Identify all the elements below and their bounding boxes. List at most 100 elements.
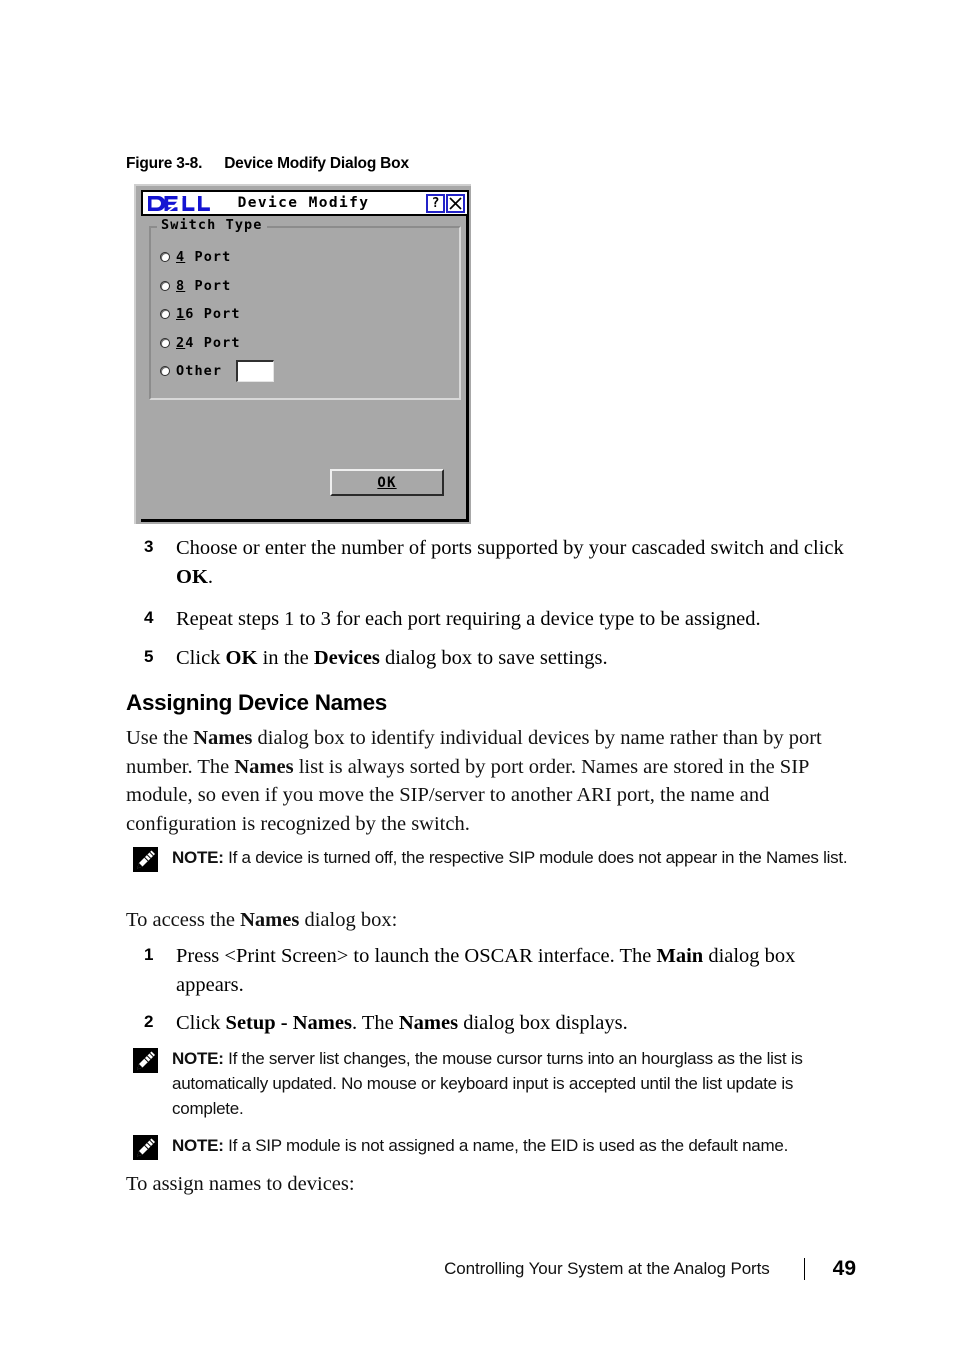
list-item: 5 Click OK in the Devices dialog box to … bbox=[126, 644, 854, 673]
emphasis-text: Main bbox=[656, 945, 704, 967]
plain-text: Press <Print Screen> to launch the OSCAR… bbox=[176, 945, 657, 967]
plain-text: . bbox=[207, 565, 214, 588]
dialog-titlebar: Device Modify ? bbox=[141, 190, 469, 216]
note-text: NOTE: If a device is turned off, the res… bbox=[172, 845, 855, 870]
plain-text: in the bbox=[257, 646, 314, 669]
radio-label: 8 Port bbox=[176, 278, 231, 294]
note-text: NOTE: If a SIP module is not assigned a … bbox=[172, 1133, 855, 1158]
emphasis-text: Names bbox=[193, 727, 253, 749]
dell-logo-icon bbox=[147, 195, 223, 212]
dialog-inner-frame: Device Modify ? Switch Type 4 Port 8 Por… bbox=[141, 190, 469, 522]
step-number: 1 bbox=[144, 945, 154, 964]
step-number: 3 bbox=[144, 537, 154, 556]
step-text: Repeat steps 1 to 3 for each port requir… bbox=[176, 605, 854, 634]
emphasis-text: Devices bbox=[313, 646, 380, 669]
plain-text: dialog box to save settings. bbox=[379, 646, 608, 669]
steps-list-bottom: 1 Press <Print Screen> to launch the OSC… bbox=[126, 942, 854, 1044]
radio-mnemonic: 4 bbox=[176, 249, 186, 266]
page-title: Assigning Device Names bbox=[126, 690, 388, 715]
document-page: Figure 3-8. Device Modify Dialog Box Dev… bbox=[0, 0, 954, 1352]
radio-option-other[interactable]: Other bbox=[160, 357, 452, 386]
figure-title: Device Modify Dialog Box bbox=[224, 155, 409, 172]
footer-divider bbox=[803, 1258, 805, 1280]
switch-type-legend: Switch Type bbox=[157, 217, 267, 233]
emphasis-text: Names bbox=[398, 1012, 459, 1034]
step-number: 4 bbox=[144, 608, 154, 627]
radio-indicator[interactable] bbox=[160, 366, 170, 377]
radio-indicator[interactable] bbox=[160, 337, 170, 348]
radio-label: 16 Port bbox=[176, 306, 241, 322]
other-port-count-input[interactable] bbox=[236, 360, 275, 383]
radio-rest: 6 Port bbox=[185, 306, 241, 323]
radio-indicator[interactable] bbox=[160, 309, 170, 320]
ok-button[interactable]: OK bbox=[330, 469, 444, 496]
steps-list-top: 3 Choose or enter the number of ports su… bbox=[126, 534, 854, 678]
step-text: Choose or enter the number of ports supp… bbox=[176, 534, 854, 591]
lead-in-text-1: To access the Names dialog box: bbox=[126, 906, 854, 935]
emphasis-text: Names bbox=[240, 909, 300, 931]
section-paragraph: Use the Names dialog box to identify ind… bbox=[126, 724, 854, 838]
plain-text: Click bbox=[176, 646, 226, 669]
step-text: Press <Print Screen> to launch the OSCAR… bbox=[176, 942, 854, 999]
figure-number: Figure 3-8. bbox=[126, 155, 203, 172]
plain-text: dialog box: bbox=[299, 909, 398, 931]
plain-text: Choose or enter the number of ports supp… bbox=[176, 537, 844, 559]
radio-mnemonic: 8 bbox=[176, 277, 186, 294]
list-item: 4 Repeat steps 1 to 3 for each port requ… bbox=[126, 605, 854, 634]
note-block-1: NOTE: If a device is turned off, the res… bbox=[133, 845, 855, 872]
radio-indicator[interactable] bbox=[160, 252, 170, 263]
radio-rest: Other bbox=[176, 363, 223, 380]
note-label: NOTE: bbox=[172, 848, 224, 867]
note-pencil-icon bbox=[133, 1135, 158, 1160]
radio-option-8-port[interactable]: 8 Port bbox=[160, 272, 452, 301]
switch-type-radio-group: 4 Port 8 Port 16 Port 24 Port Other bbox=[160, 243, 452, 386]
dialog-title: Device Modify bbox=[237, 195, 370, 211]
switch-type-groupbox: Switch Type 4 Port 8 Port 16 Port 24 Por… bbox=[149, 217, 461, 400]
radio-option-16-port[interactable]: 16 Port bbox=[160, 300, 452, 329]
page-number: 49 bbox=[832, 1257, 856, 1280]
emphasis-text: Setup - Names bbox=[225, 1012, 352, 1034]
note-label: NOTE: bbox=[172, 1136, 224, 1155]
help-icon[interactable]: ? bbox=[426, 193, 445, 213]
step-number: 2 bbox=[144, 1012, 154, 1031]
ok-button-label: OK bbox=[377, 474, 397, 491]
emphasis-text: OK bbox=[176, 565, 208, 588]
note-content: If the server list changes, the mouse cu… bbox=[172, 1049, 803, 1118]
note-pencil-icon bbox=[133, 1048, 158, 1073]
radio-rest: 4 Port bbox=[185, 334, 241, 351]
radio-rest: Port bbox=[185, 277, 232, 294]
page-footer: Controlling Your System at the Analog Po… bbox=[0, 1252, 954, 1286]
note-content: If a device is turned off, the respectiv… bbox=[223, 848, 848, 867]
plain-text: . The bbox=[351, 1012, 399, 1034]
plain-text: Use the bbox=[126, 727, 194, 749]
radio-rest: Port bbox=[185, 249, 232, 266]
list-item: 2 Click Setup - Names. The Names dialog … bbox=[126, 1009, 854, 1038]
radio-mnemonic: 1 bbox=[176, 306, 186, 323]
step-text: Click Setup - Names. The Names dialog bo… bbox=[176, 1009, 854, 1038]
footer-chapter-title: Controlling Your System at the Analog Po… bbox=[444, 1259, 770, 1278]
list-item: 3 Choose or enter the number of ports su… bbox=[126, 534, 854, 591]
lead-in-text-2: To assign names to devices: bbox=[126, 1170, 854, 1199]
plain-text: To assign names to devices: bbox=[126, 1173, 355, 1195]
radio-option-4-port[interactable]: 4 Port bbox=[160, 243, 452, 272]
figure-caption: Figure 3-8. Device Modify Dialog Box bbox=[126, 155, 409, 173]
plain-text: dialog box displays. bbox=[458, 1012, 628, 1034]
step-text: Click OK in the Devices dialog box to sa… bbox=[176, 644, 854, 673]
note-block-3: NOTE: If a SIP module is not assigned a … bbox=[133, 1133, 855, 1160]
radio-label: 24 Port bbox=[176, 335, 241, 351]
emphasis-text: OK bbox=[225, 646, 258, 669]
note-pencil-icon bbox=[133, 847, 158, 872]
note-block-2: NOTE: If the server list changes, the mo… bbox=[133, 1046, 855, 1121]
device-modify-dialog: Device Modify ? Switch Type 4 Port 8 Por… bbox=[134, 184, 471, 524]
radio-label: Other bbox=[176, 363, 222, 379]
radio-indicator[interactable] bbox=[160, 280, 170, 291]
plain-text: To access the bbox=[126, 909, 241, 931]
emphasis-text: Names bbox=[234, 755, 294, 778]
note-text: NOTE: If the server list changes, the mo… bbox=[172, 1046, 855, 1121]
radio-option-24-port[interactable]: 24 Port bbox=[160, 329, 452, 358]
list-item: 1 Press <Print Screen> to launch the OSC… bbox=[126, 942, 854, 999]
close-icon[interactable] bbox=[446, 193, 465, 213]
radio-label: 4 Port bbox=[176, 249, 231, 265]
radio-mnemonic: 2 bbox=[176, 334, 186, 351]
note-content: If a SIP module is not assigned a name, … bbox=[223, 1136, 789, 1155]
